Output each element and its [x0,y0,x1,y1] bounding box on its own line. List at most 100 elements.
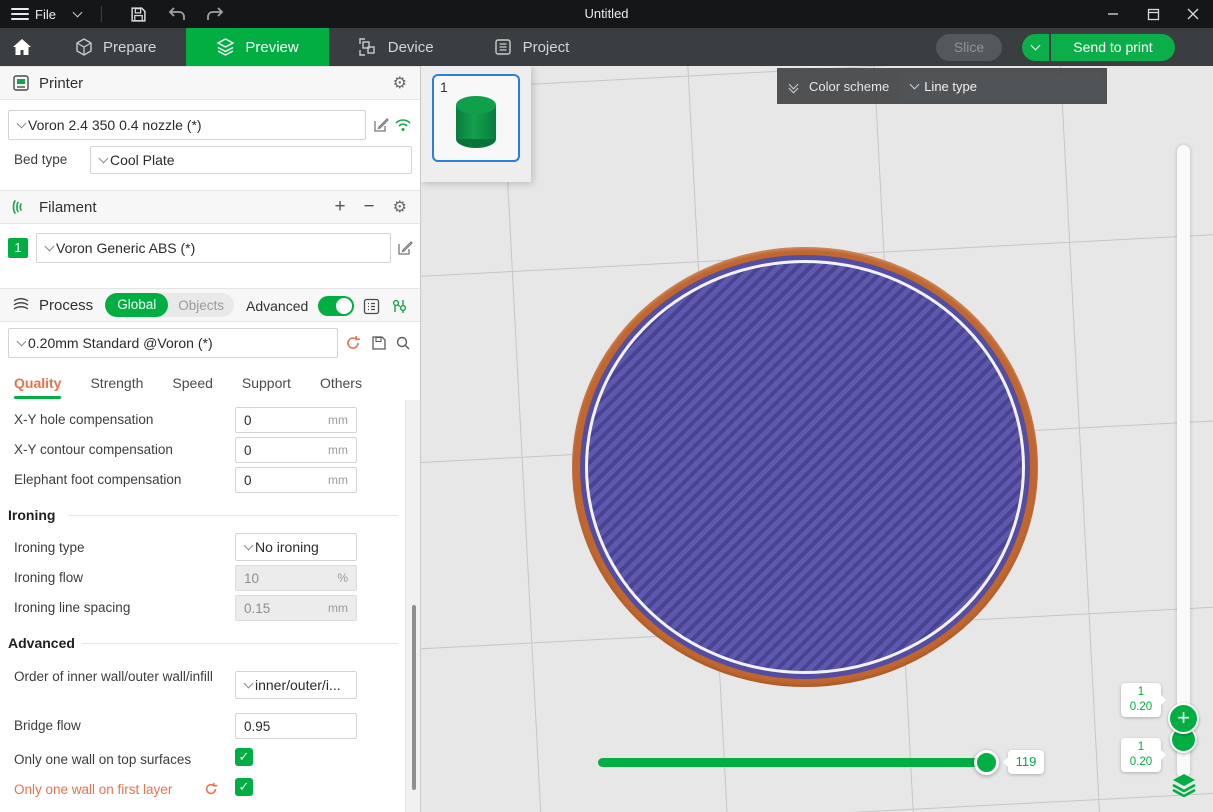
send-to-print-button[interactable]: Send to print [1051,34,1175,61]
group-divider [82,643,398,644]
close-button[interactable] [1173,0,1213,28]
search-settings-icon[interactable] [394,334,412,352]
tab-others[interactable]: Others [320,375,362,397]
file-menu[interactable]: File [35,7,56,22]
layer-slider-track[interactable] [1177,145,1190,778]
settings-scrollbar-thumb[interactable] [412,605,416,790]
ironing-type-value: No ironing [255,539,319,555]
tab-project[interactable]: Project [464,28,600,66]
bed-type-value: Cool Plate [110,152,175,168]
save-preset-icon[interactable] [370,334,388,352]
view-options-bar: Color scheme Line type [777,68,1107,104]
line-type-select[interactable]: Line type [901,73,1103,100]
ironing-group-header: Ironing [8,507,55,523]
layer-slider-upper-handle[interactable]: + [1168,703,1199,734]
tab-project-label: Project [523,39,570,56]
move-slider-handle[interactable] [974,750,999,775]
tab-support[interactable]: Support [242,375,291,397]
tab-device-label: Device [388,39,434,56]
save-icon[interactable] [129,4,149,24]
tab-strength[interactable]: Strength [90,375,143,397]
tab-prepare[interactable]: Prepare [44,28,186,66]
setting-value: 0 [236,443,328,458]
one-wall-first-layer-checkbox[interactable]: ✓ [235,778,253,796]
setting-unit: mm [328,443,356,457]
advanced-toggle[interactable] [318,296,354,316]
line-type-value: Line type [924,79,977,94]
xy-hole-compensation-input[interactable]: 0 mm [235,407,357,433]
ironing-line-spacing-label: Ironing line spacing [14,600,130,615]
preview-viewport[interactable]: 1 Color scheme Line type 119 1 0.20 [421,66,1213,812]
add-filament-button[interactable]: + [334,198,345,216]
scope-global-button[interactable]: Global [105,293,168,317]
collapse-double-chevron-icon[interactable] [790,81,797,92]
parameter-list-icon[interactable] [362,297,380,315]
send-chevron-down-icon [1031,41,1041,51]
settings-scrollbar-track[interactable] [405,400,420,812]
bridge-flow-input[interactable]: 0.95 [235,713,357,739]
printer-preset-select[interactable]: Voron 2.4 350 0.4 nozzle (*) [8,110,366,140]
bed-type-chevron-down-icon [99,154,109,164]
maximize-button[interactable] [1133,0,1173,28]
advanced-group-header: Advanced [8,635,75,651]
slicer-window: File Untitled Pr [0,0,1213,812]
setting-value: 0.95 [236,719,356,734]
bed-type-select[interactable]: Cool Plate [90,146,412,174]
filament-settings-gear-icon[interactable]: ⚙ [393,197,407,217]
tab-preview[interactable]: Preview [186,28,328,66]
plate-number: 1 [440,79,448,95]
xy-contour-compensation-input[interactable]: 0 mm [235,437,357,463]
printer-edit-icon[interactable] [372,116,390,134]
printer-section-header: Printer ⚙ [0,66,420,100]
setting-unit: % [337,571,356,585]
wall-order-select[interactable]: inner/outer/i... [235,671,357,699]
elephant-foot-compensation-input[interactable]: 0 mm [235,467,357,493]
minimize-button[interactable] [1093,0,1133,28]
scope-objects-button[interactable]: Objects [168,298,234,313]
filament-slot-badge[interactable]: 1 [8,238,28,258]
tune-parameters-icon[interactable] [390,297,408,315]
layer-range-top-tooltip: 1 0.20 [1121,683,1161,717]
undo-icon[interactable] [167,4,187,24]
send-dropdown-button[interactable] [1022,34,1049,61]
move-slider-track[interactable] [598,758,996,767]
color-scheme-label: Color scheme [809,79,889,94]
sliced-layer-disc[interactable] [572,247,1038,687]
tab-quality[interactable]: Quality [14,375,61,397]
bridge-flow-label: Bridge flow [14,718,81,733]
tab-device[interactable]: Device [329,28,464,66]
plate-thumbnail[interactable]: 1 [432,74,520,162]
check-icon: ✓ [239,779,250,795]
prepare-cube-icon [74,38,93,57]
process-preset-select[interactable]: 0.20mm Standard @Voron (*) [8,328,338,358]
filament-edit-icon[interactable] [396,239,414,257]
setting-label: Elephant foot compensation [14,472,181,487]
wall-order-value: inner/outer/i... [255,677,341,693]
file-menu-chevron-down-icon[interactable] [73,8,83,18]
ironing-type-select[interactable]: No ironing [235,533,357,561]
home-button[interactable] [0,28,44,66]
setting-label: X-Y hole compensation [14,412,153,427]
one-wall-top-checkbox[interactable]: ✓ [235,748,253,766]
printer-wifi-icon[interactable] [394,116,412,134]
redo-icon[interactable] [205,4,225,24]
preview-layers-icon [216,38,235,57]
group-divider [68,515,398,516]
filament-preset-select[interactable]: Voron Generic ABS (*) [36,233,391,263]
menu-hamburger-icon[interactable] [11,8,29,20]
layer-height: 0.20 [1121,700,1161,715]
move-slider-tooltip: 119 [1008,750,1044,774]
toolbar-divider [101,6,102,22]
remove-filament-button[interactable]: − [364,198,375,216]
reset-one-wall-first-icon[interactable] [202,780,220,798]
tab-speed[interactable]: Speed [172,375,212,397]
layers-view-button[interactable] [1169,770,1199,800]
reset-preset-icon[interactable] [344,334,362,352]
process-scope-segmented: Global Objects [105,293,234,317]
printer-settings-gear-icon[interactable]: ⚙ [393,73,407,93]
ironing-type-label: Ironing type [14,540,85,555]
layer-number: 1 [1121,740,1161,755]
slice-button[interactable]: Slice [936,34,1002,61]
wall-order-chevron-down-icon [244,679,254,689]
one-wall-top-label: Only one wall on top surfaces [14,752,191,767]
